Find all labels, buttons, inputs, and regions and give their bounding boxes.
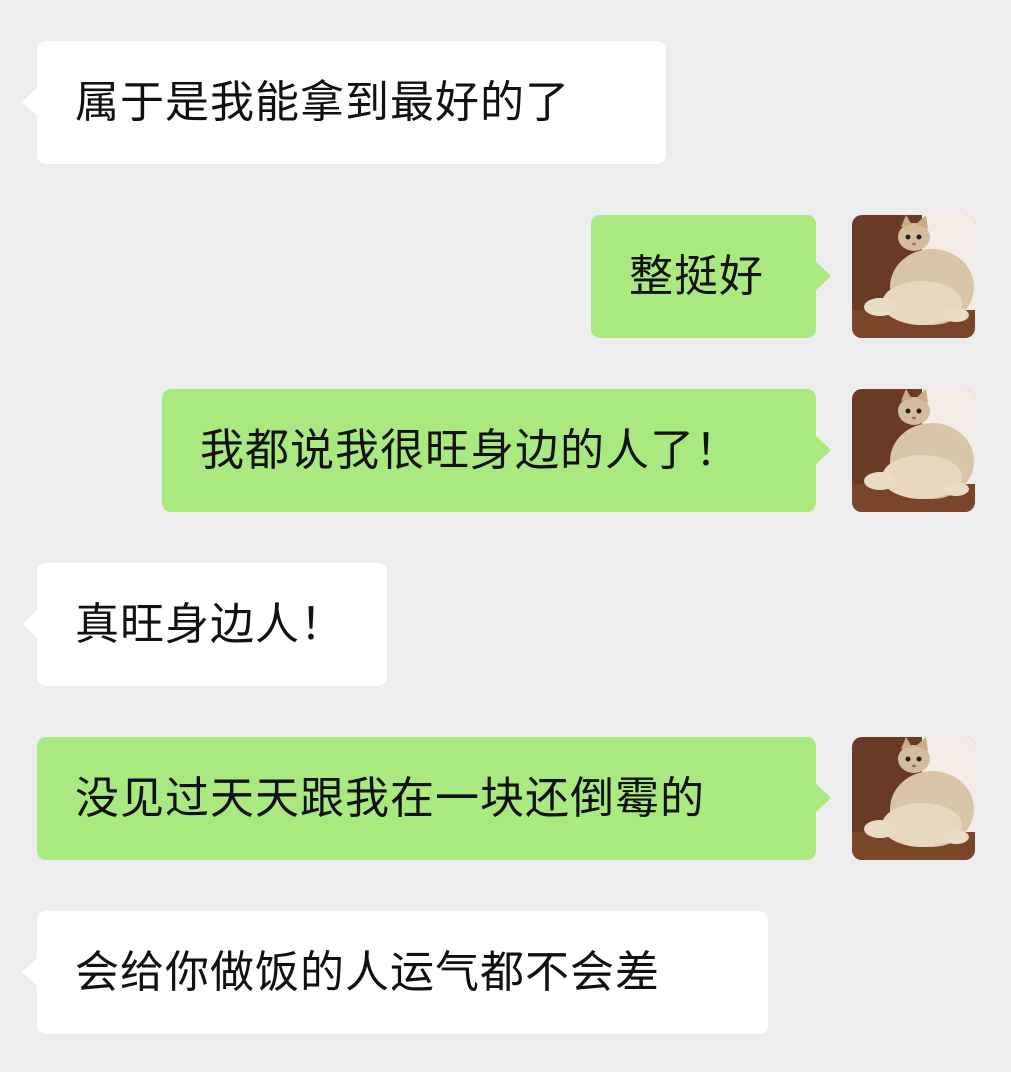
cat-avatar-icon: [852, 737, 975, 860]
cat-avatar-icon: [852, 215, 975, 338]
message-bubble-outgoing[interactable]: 整挺好: [591, 215, 831, 338]
message-bubble-incoming[interactable]: 真旺身边人！: [22, 563, 387, 686]
message-bubble-outgoing[interactable]: 没见过天天跟我在一块还倒霉的: [37, 737, 831, 860]
cat-avatar-icon: [852, 389, 975, 512]
message-bubble-outgoing[interactable]: 我都说我很旺身边的人了！: [162, 389, 831, 512]
cat-avatar-icon[interactable]: [852, 737, 975, 860]
message-bubble-incoming[interactable]: 属于是我能拿到最好的了: [22, 41, 666, 164]
message-text: 整挺好: [629, 251, 764, 302]
cat-avatar-icon[interactable]: [852, 389, 975, 512]
message-text: 我都说我很旺身边的人了！: [200, 425, 740, 476]
cat-avatar-icon[interactable]: [852, 215, 975, 338]
message-bubble-incoming[interactable]: 会给你做饭的人运气都不会差: [22, 911, 768, 1034]
message-text: 会给你做饭的人运气都不会差: [75, 947, 660, 998]
message-text: 真旺身边人！: [75, 599, 345, 650]
message-text: 属于是我能拿到最好的了: [75, 77, 570, 128]
message-text: 没见过天天跟我在一块还倒霉的: [75, 773, 705, 824]
